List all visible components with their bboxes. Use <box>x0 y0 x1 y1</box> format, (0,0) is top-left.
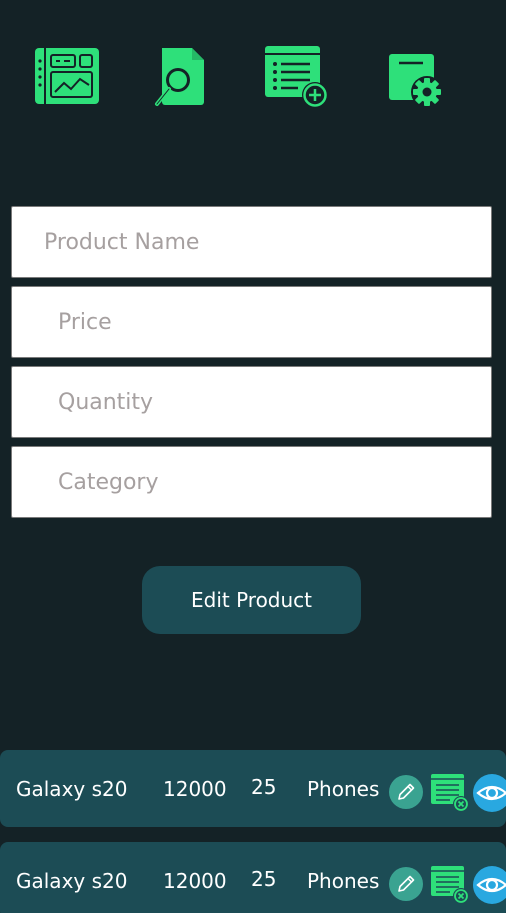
folder-settings-icon[interactable] <box>387 53 445 109</box>
category-input[interactable] <box>11 446 492 518</box>
quantity-input[interactable] <box>11 366 492 438</box>
document-search-icon[interactable] <box>154 48 206 108</box>
view-eye-icon[interactable] <box>472 865 506 905</box>
product-quantity-cell: 25 <box>251 866 277 891</box>
dashboard-icon[interactable] <box>34 47 100 105</box>
list-delete-icon[interactable] <box>430 865 470 905</box>
product-price-cell: 12000 <box>163 776 227 801</box>
edit-pencil-icon[interactable] <box>389 775 423 809</box>
product-name-input[interactable] <box>11 206 492 278</box>
top-nav <box>0 0 506 130</box>
table-row: Galaxy s20 12000 25 Phones <box>0 750 506 827</box>
list-delete-icon[interactable] <box>430 773 470 813</box>
product-name-cell: Galaxy s20 <box>16 776 128 801</box>
product-price-cell: 12000 <box>163 868 227 893</box>
view-eye-icon[interactable] <box>472 773 506 813</box>
price-input[interactable] <box>11 286 492 358</box>
product-category-cell: Phones <box>307 868 380 893</box>
product-quantity-cell: 25 <box>251 774 277 799</box>
table-row: Galaxy s20 12000 25 Phones <box>0 842 506 913</box>
edit-product-button[interactable]: Edit Product <box>142 566 361 634</box>
product-category-cell: Phones <box>307 776 380 801</box>
product-name-cell: Galaxy s20 <box>16 868 128 893</box>
list-add-icon[interactable] <box>264 45 330 109</box>
edit-pencil-icon[interactable] <box>389 867 423 901</box>
